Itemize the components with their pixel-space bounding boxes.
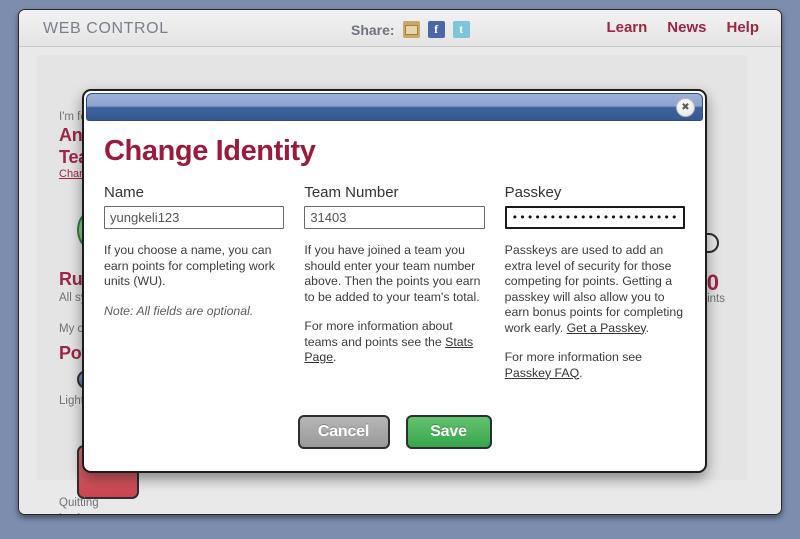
passkey-link-suffix: . (645, 320, 650, 335)
name-help-text: If you choose a name, you can earn point… (104, 243, 275, 288)
dialog-title: Change Identity (104, 135, 316, 167)
dialog-actions: Cancel Save (84, 415, 705, 449)
passkey-help-paragraph: Passkeys are used to add an extra level … (505, 243, 685, 336)
dialog-titlebar[interactable] (86, 93, 703, 121)
passkey-faq-link[interactable]: Passkey FAQ (505, 366, 580, 380)
name-field-label: Name (104, 184, 145, 201)
team-stats-suffix: . (333, 350, 337, 364)
passkey-field-label: Passkey (504, 184, 562, 201)
dialog-body: Change Identity Name If you choose a nam… (84, 121, 705, 381)
column-team-number: Team Number If you have joined a team yo… (304, 184, 485, 381)
cancel-button[interactable]: Cancel (297, 415, 390, 449)
change-identity-dialog: Change Identity Name If you choose a nam… (82, 89, 707, 473)
modal-overlay: Change Identity Name If you choose a nam… (0, 0, 800, 539)
team-number-input[interactable] (304, 206, 485, 229)
team-number-field-label: Team Number (304, 184, 399, 201)
passkey-faq-prefix: For more information see (504, 350, 643, 364)
dialog-columns: Name If you choose a name, you can earn … (104, 184, 685, 381)
column-name: Name If you choose a name, you can earn … (104, 184, 285, 381)
team-help-text: If you have joined a team you should ent… (304, 243, 481, 304)
column-passkey: Passkey Passkeys are used to add an extr… (504, 184, 685, 381)
passkey-faq-paragraph: For more information see Passkey FAQ. (505, 350, 685, 381)
name-input[interactable] (104, 206, 285, 229)
passkey-faq-suffix: . (579, 365, 583, 380)
passkey-input[interactable] (504, 206, 685, 229)
team-stats-paragraph: For more information about teams and poi… (304, 319, 484, 366)
get-a-passkey-link[interactable]: Get a Passkey (567, 321, 646, 335)
team-stats-prefix: For more information about teams and poi… (304, 319, 453, 349)
save-button[interactable]: Save (405, 415, 492, 449)
name-note-text: Note: All fields are optional. (104, 303, 254, 318)
screen: WEB CONTROL Share: f t Learn News Help I… (0, 0, 800, 539)
close-icon[interactable] (676, 98, 695, 117)
